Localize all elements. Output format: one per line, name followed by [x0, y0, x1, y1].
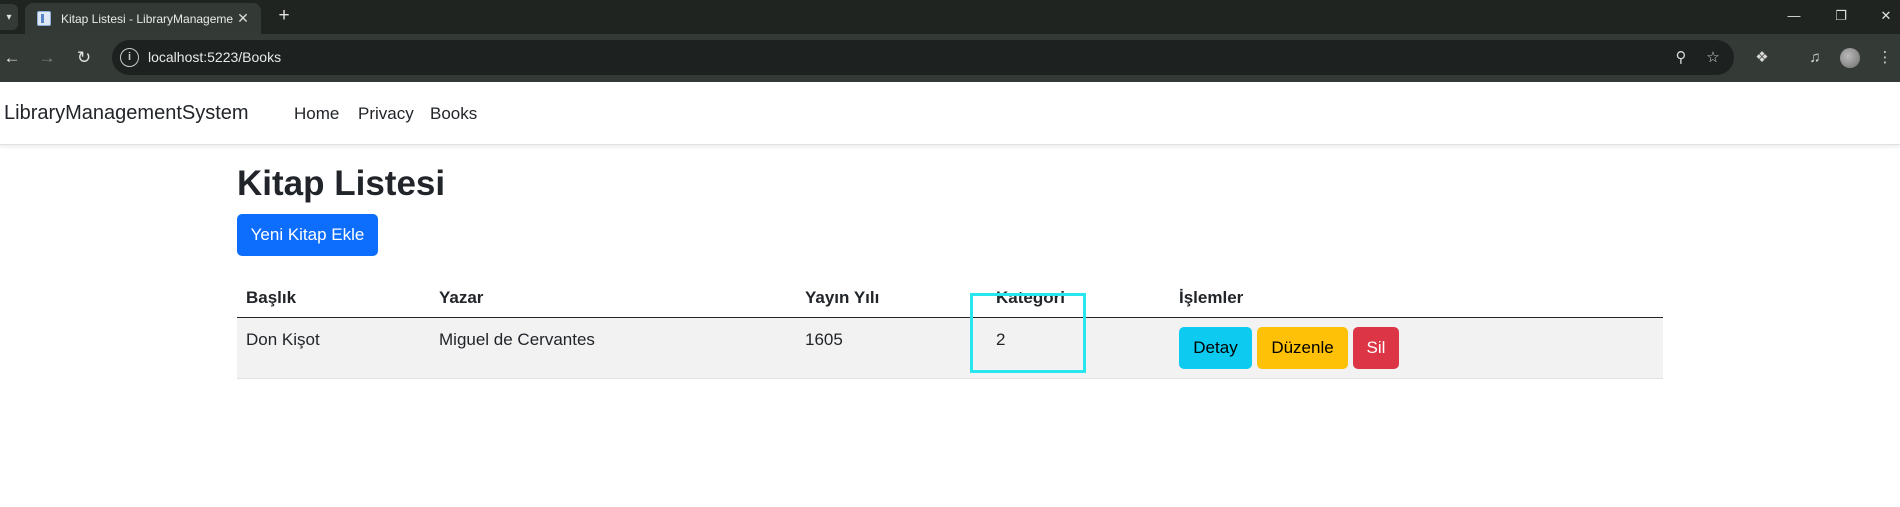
- nav-link-home[interactable]: Home: [294, 104, 339, 124]
- close-window-icon[interactable]: ✕: [1874, 6, 1898, 26]
- cell-author: Miguel de Cervantes: [439, 330, 595, 349]
- forward-icon[interactable]: →: [35, 46, 59, 70]
- profile-avatar[interactable]: [1840, 48, 1860, 68]
- nav-link-privacy[interactable]: Privacy: [358, 104, 414, 124]
- site-info-icon[interactable]: i: [120, 48, 139, 67]
- address-bar[interactable]: i localhost:5223/Books ⚲ ☆: [112, 40, 1734, 75]
- minimize-icon[interactable]: —: [1782, 6, 1806, 26]
- more-menu-icon[interactable]: ⋮: [1873, 46, 1897, 70]
- column-header-title: Başlık: [246, 288, 297, 307]
- edit-button[interactable]: Düzenle: [1257, 327, 1348, 369]
- tab-search-button[interactable]: ▾: [0, 4, 18, 30]
- app-navbar: LibraryManagementSystem Home Privacy Boo…: [0, 82, 1900, 145]
- tab-title: Kitap Listesi - LibraryManageme: [61, 11, 234, 26]
- column-header-author: Yazar: [439, 288, 484, 307]
- table-row: Don Kişot Miguel de Cervantes 1605 2 Det…: [237, 318, 1663, 379]
- column-header-year: Yayın Yılı: [805, 288, 880, 307]
- page-title: Kitap Listesi: [237, 164, 446, 203]
- chevron-down-icon: ▾: [6, 11, 12, 23]
- cell-title: Don Kişot: [246, 330, 320, 349]
- cell-year: 1605: [805, 330, 843, 349]
- navbar-brand[interactable]: LibraryManagementSystem: [4, 102, 249, 125]
- back-icon[interactable]: ←: [0, 46, 24, 70]
- media-control-icon[interactable]: ♫: [1803, 46, 1827, 70]
- reload-icon[interactable]: ↻: [72, 46, 96, 70]
- page-favicon-icon: [37, 11, 51, 26]
- new-tab-button[interactable]: +: [272, 5, 296, 29]
- details-button[interactable]: Detay: [1179, 327, 1252, 369]
- browser-tab-active[interactable]: Kitap Listesi - LibraryManageme ✕: [25, 3, 261, 34]
- highlight-box: [970, 293, 1086, 373]
- bookmark-star-icon[interactable]: ☆: [1702, 47, 1724, 69]
- browser-toolbar: ← → ↻ i localhost:5223/Books ⚲ ☆ ❖ ♫ ⋮: [0, 34, 1900, 82]
- add-book-button[interactable]: Yeni Kitap Ekle: [237, 214, 378, 256]
- restore-icon[interactable]: ❐: [1829, 6, 1853, 26]
- zoom-icon[interactable]: ⚲: [1670, 47, 1692, 69]
- close-icon[interactable]: ✕: [235, 10, 251, 27]
- column-header-actions: İşlemler: [1179, 288, 1244, 307]
- extensions-icon[interactable]: ❖: [1750, 46, 1774, 70]
- table-header: Başlık Yazar Yayın Yılı Kategori İşlemle…: [237, 278, 1663, 318]
- browser-tabstrip: ▾ Kitap Listesi - LibraryManageme ✕ + — …: [0, 0, 1900, 34]
- nav-link-books[interactable]: Books: [430, 104, 477, 124]
- url-text[interactable]: localhost:5223/Books: [148, 49, 281, 65]
- delete-button[interactable]: Sil: [1353, 327, 1399, 369]
